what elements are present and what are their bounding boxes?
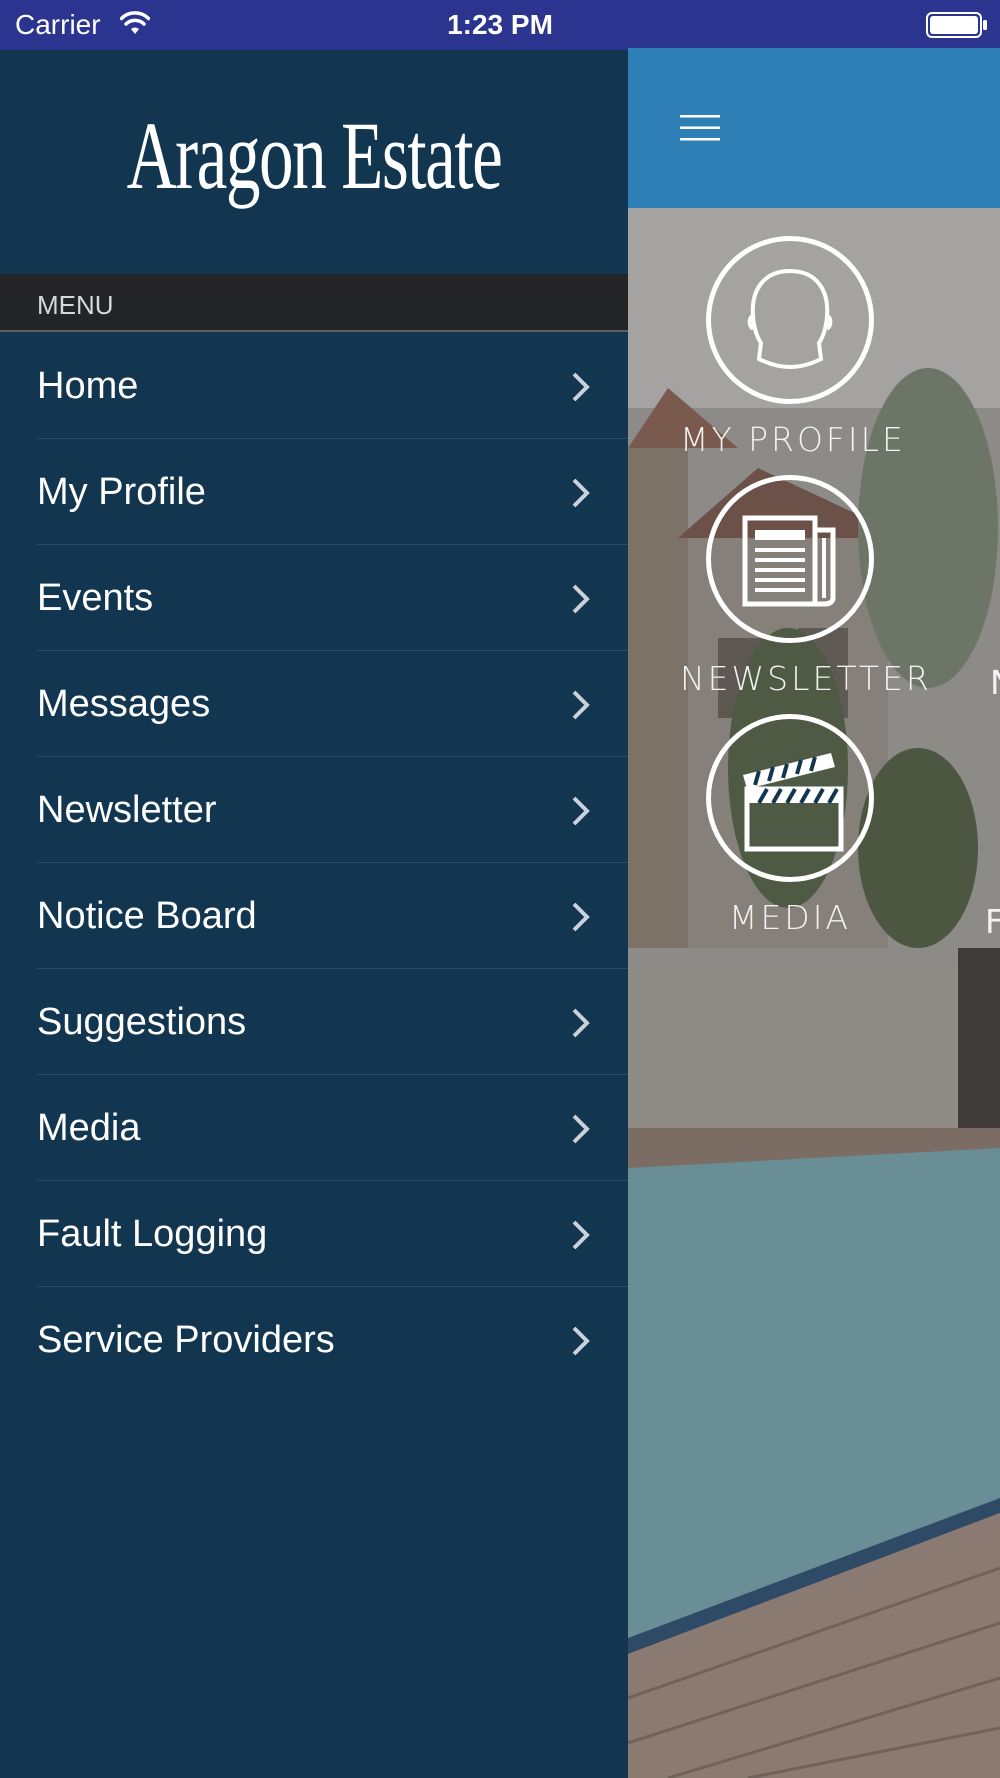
app-logo: Aragon Estate xyxy=(126,102,503,209)
menu-list: Home My Profile Events Messages Newslett… xyxy=(0,333,628,1393)
menu-item-notice-board[interactable]: Notice Board xyxy=(0,863,628,969)
chevron-right-icon xyxy=(572,902,590,932)
menu-item-label: Media xyxy=(37,1107,141,1149)
menu-item-label: Events xyxy=(37,577,154,619)
menu-item-service-providers[interactable]: Service Providers xyxy=(0,1287,628,1393)
home-tiles: MY PROFILE NEWSLETTER MEDIA F xyxy=(628,48,1000,1778)
chevron-right-icon xyxy=(572,796,590,826)
chevron-right-icon xyxy=(572,372,590,402)
person-icon xyxy=(747,268,833,370)
tile-circle xyxy=(706,236,874,404)
menu-item-fault-logging[interactable]: Fault Logging xyxy=(0,1181,628,1287)
chevron-right-icon xyxy=(572,690,590,720)
drawer-header: Aragon Estate xyxy=(0,50,628,274)
chevron-right-icon xyxy=(572,1008,590,1038)
tile-label: MY PROFILE xyxy=(680,420,906,459)
tile-circle xyxy=(706,475,874,643)
tile-media[interactable]: MEDIA xyxy=(680,714,900,937)
menu-item-label: Notice Board xyxy=(37,895,257,937)
menu-item-media[interactable]: Media xyxy=(0,1075,628,1181)
tile-label-peek: F xyxy=(985,902,1000,941)
tile-label: NEWSLETTER xyxy=(680,659,932,698)
chevron-right-icon xyxy=(572,478,590,508)
menu-item-label: Newsletter xyxy=(37,789,217,831)
menu-item-label: Suggestions xyxy=(37,1001,247,1043)
tile-my-profile[interactable]: MY PROFILE xyxy=(680,236,906,459)
chevron-right-icon xyxy=(572,1114,590,1144)
chevron-right-icon xyxy=(572,1326,590,1356)
menu-item-suggestions[interactable]: Suggestions xyxy=(0,969,628,1075)
menu-section-title: MENU xyxy=(37,290,114,320)
chevron-right-icon xyxy=(572,1220,590,1250)
battery-icon xyxy=(926,12,987,38)
menu-item-newsletter[interactable]: Newsletter xyxy=(0,757,628,863)
tile-circle xyxy=(706,714,874,882)
menu-item-label: Messages xyxy=(37,683,211,725)
newspaper-icon xyxy=(742,515,836,607)
status-time: 1:23 PM xyxy=(447,9,553,40)
tile-label: MEDIA xyxy=(728,898,852,937)
side-drawer: Aragon Estate MENU Home My Profile Event… xyxy=(0,50,628,1778)
menu-item-my-profile[interactable]: My Profile xyxy=(0,439,628,545)
menu-item-label: Fault Logging xyxy=(37,1213,268,1255)
status-bar: Carrier 1:23 PM xyxy=(0,0,1000,50)
menu-item-label: Home xyxy=(37,365,139,407)
menu-item-home[interactable]: Home xyxy=(0,333,628,439)
menu-item-events[interactable]: Events xyxy=(0,545,628,651)
menu-item-label: Service Providers xyxy=(37,1319,335,1361)
menu-section-header: MENU xyxy=(0,274,628,332)
main-content: MY PROFILE NEWSLETTER MEDIA F xyxy=(628,48,1000,1778)
chevron-right-icon xyxy=(572,584,590,614)
tile-newsletter[interactable]: NEWSLETTER xyxy=(680,475,932,698)
tile-label-peek: N xyxy=(990,663,1000,702)
menu-item-label: My Profile xyxy=(37,471,206,513)
clapperboard-icon xyxy=(743,753,844,852)
menu-item-messages[interactable]: Messages xyxy=(0,651,628,757)
